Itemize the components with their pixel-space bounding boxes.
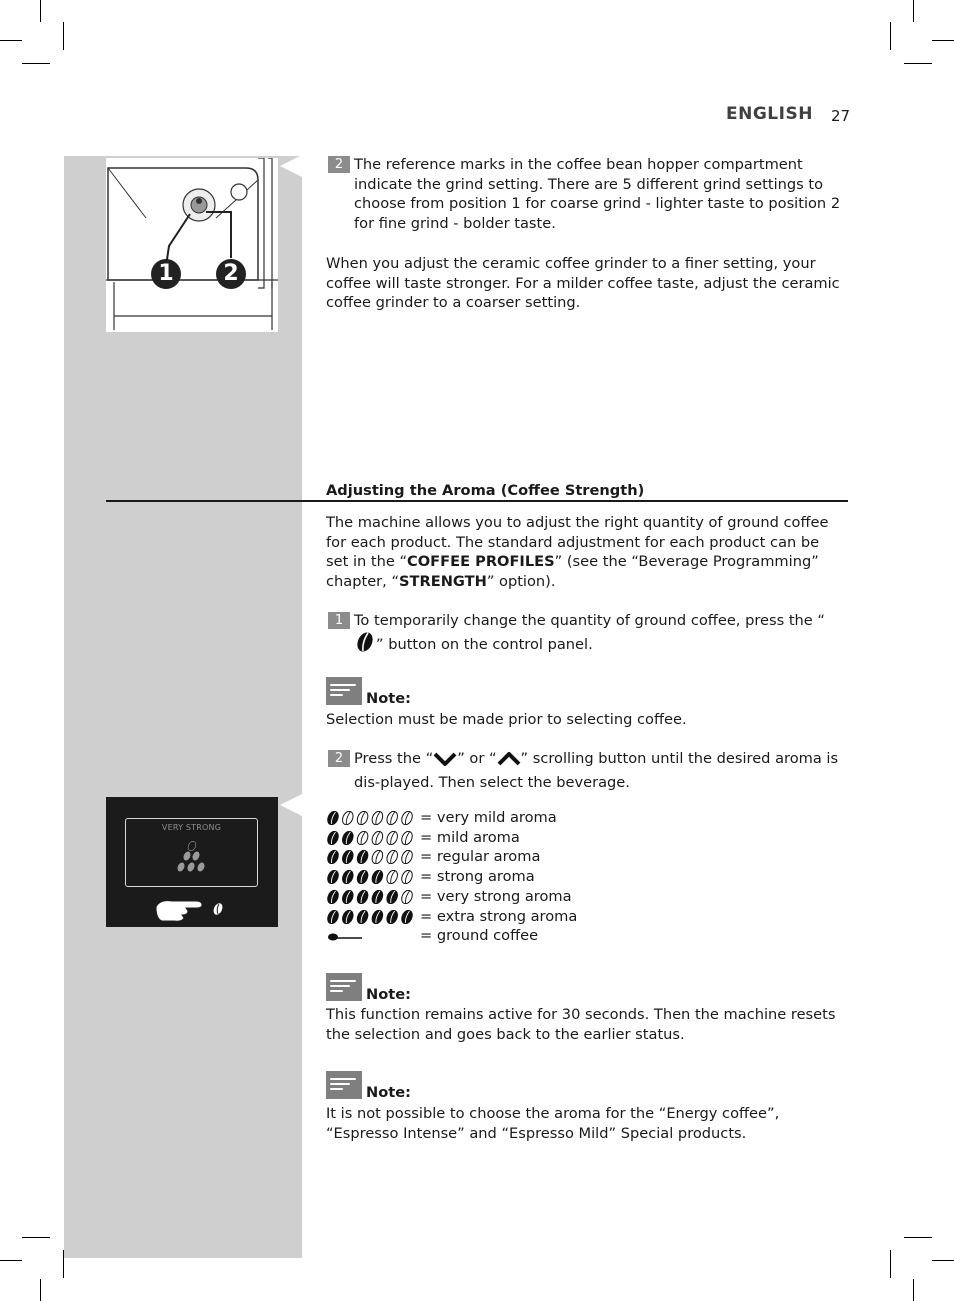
- empty-bean-icon: [386, 830, 398, 845]
- empty-bean-icon: [401, 830, 413, 845]
- aroma-beans-icon: [327, 850, 413, 865]
- aroma-beans-icon: [327, 830, 413, 845]
- coffee-bean-icon: [354, 631, 376, 659]
- aroma-level-label: = very mild aroma: [420, 809, 557, 826]
- aroma-step-1: 1 To temporarily change the quantity of …: [326, 611, 846, 658]
- filled-bean-icon: [356, 889, 369, 904]
- empty-bean-icon: [356, 830, 369, 845]
- filled-bean-icon: [327, 850, 339, 865]
- note-icon: [326, 973, 362, 1001]
- coffee-profiles-term: COFFEE PROFILES: [407, 553, 555, 571]
- note-label: Note:: [366, 986, 411, 1003]
- filled-bean-icon: [401, 909, 413, 924]
- section-heading: Adjusting the Aroma (Coffee Strength): [326, 482, 645, 499]
- heading-rule: [106, 500, 848, 502]
- header-language: ENGLISH: [726, 104, 813, 124]
- step-number: 2: [328, 156, 350, 173]
- grind-step-2: 2 The reference marks in the coffee bean…: [326, 155, 846, 234]
- filled-bean-icon: [327, 870, 339, 885]
- grind-position-2-label: 2: [223, 261, 239, 286]
- empty-bean-icon: [386, 811, 398, 825]
- note-text: This function remains active for 30 seco…: [326, 1006, 836, 1043]
- empty-bean-icon: [386, 870, 398, 885]
- display-illustration: VERY STRONG: [106, 797, 278, 927]
- note-text: It is not possible to choose the aroma f…: [326, 1105, 780, 1142]
- pointer-arrow: [280, 155, 302, 177]
- filled-bean-icon: [371, 909, 384, 924]
- pointing-hand-icon: [155, 900, 223, 922]
- scoop-icon: [328, 933, 362, 941]
- filled-bean-icon: [356, 870, 369, 885]
- note-text: Selection must be made prior to selectin…: [326, 711, 687, 728]
- filled-bean-icon: [386, 909, 398, 924]
- empty-bean-icon: [356, 811, 369, 825]
- aroma-level-label: = extra strong aroma: [420, 907, 578, 925]
- filled-bean-icon: [342, 830, 354, 845]
- grinder-paragraph: When you adjust the ceramic coffee grind…: [326, 255, 840, 312]
- empty-bean-icon: [371, 850, 384, 865]
- filled-bean-icon: [327, 889, 339, 904]
- empty-bean-icon: [371, 830, 384, 845]
- filled-bean-icon: [386, 889, 398, 904]
- aroma-level-label: = strong aroma: [420, 868, 535, 886]
- grinder-illustration: 1 2: [106, 157, 278, 332]
- lcd-title: VERY STRONG: [161, 823, 222, 832]
- step-number: 1: [328, 612, 350, 629]
- aroma-level-label: = regular aroma: [420, 848, 541, 866]
- page-number: 27: [831, 107, 851, 125]
- aroma-intro: The machine allows you to adjust the rig…: [326, 514, 829, 591]
- chevron-down-icon: [433, 751, 457, 773]
- filled-bean-icon: [371, 889, 384, 904]
- filled-bean-icon: [327, 830, 339, 845]
- chevron-up-icon: [497, 751, 521, 773]
- grind-position-1-label: 1: [158, 261, 174, 286]
- strength-term: STRENGTH: [399, 573, 487, 591]
- aroma-beans-icon: [327, 909, 413, 924]
- note-label: Note:: [366, 1084, 411, 1101]
- filled-bean-icon: [356, 909, 369, 924]
- aroma-level-label: = ground coffee: [420, 927, 539, 945]
- aroma-beans-icon: [327, 870, 413, 885]
- filled-bean-icon: [342, 870, 354, 885]
- filled-bean-icon: [342, 850, 354, 865]
- empty-bean-icon: [342, 811, 354, 825]
- aroma-beans-icon: [327, 889, 413, 904]
- filled-bean-icon: [342, 889, 354, 904]
- pointer-arrow: [280, 794, 302, 816]
- note-label: Note:: [366, 690, 411, 707]
- aroma-beans-icon: [327, 811, 413, 825]
- empty-bean-icon: [401, 850, 413, 865]
- aroma-level-label: = very strong aroma: [420, 887, 572, 905]
- bean-stack-icon: [176, 841, 206, 873]
- aroma-level-label: = mild aroma: [420, 828, 520, 846]
- filled-bean-icon: [356, 850, 369, 865]
- filled-bean-icon: [327, 811, 339, 825]
- filled-bean-icon: [327, 909, 339, 924]
- aroma-step-2: 2 Press the “” or “” scrolling button un…: [326, 749, 846, 792]
- empty-bean-icon: [386, 850, 398, 865]
- empty-bean-icon: [401, 811, 413, 825]
- lcd-screen: VERY STRONG: [125, 818, 258, 887]
- empty-bean-icon: [401, 889, 413, 904]
- empty-bean-icon: [371, 811, 384, 825]
- filled-bean-icon: [342, 909, 354, 924]
- empty-bean-icon: [401, 870, 413, 885]
- note-icon: [326, 677, 362, 705]
- note-icon: [326, 1071, 362, 1099]
- filled-bean-icon: [371, 870, 384, 885]
- step-text: The reference marks in the coffee bean h…: [354, 156, 841, 233]
- step-number: 2: [328, 750, 350, 767]
